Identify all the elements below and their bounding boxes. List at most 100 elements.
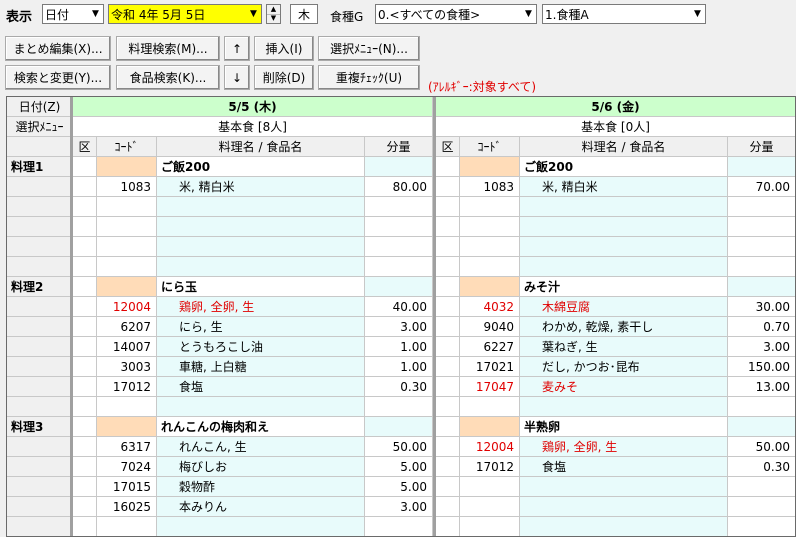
kubun-cell[interactable] bbox=[436, 297, 460, 317]
food-code[interactable] bbox=[97, 517, 157, 536]
food-amount[interactable] bbox=[728, 257, 795, 277]
kubun-cell[interactable] bbox=[436, 337, 460, 357]
kubun-cell[interactable] bbox=[73, 337, 97, 357]
food-name[interactable]: とうもろこし油 bbox=[157, 337, 365, 357]
kubun-cell[interactable] bbox=[73, 277, 97, 297]
kubun-cell[interactable] bbox=[73, 157, 97, 177]
food-amount[interactable] bbox=[365, 257, 433, 277]
food-code[interactable]: 17021 bbox=[460, 357, 520, 377]
food-name[interactable] bbox=[157, 237, 365, 257]
dish-name[interactable]: にら玉 bbox=[157, 277, 365, 297]
food-name[interactable]: 車糖, 上白糖 bbox=[157, 357, 365, 377]
food-name[interactable] bbox=[520, 257, 728, 277]
kubun-cell[interactable] bbox=[436, 317, 460, 337]
kubun-cell[interactable] bbox=[436, 177, 460, 197]
food-amount[interactable]: 1.00 bbox=[365, 337, 433, 357]
move-down-button[interactable]: ↓ bbox=[224, 65, 250, 90]
food-amount[interactable]: 3.00 bbox=[365, 317, 433, 337]
food-name[interactable]: れんこん, 生 bbox=[157, 437, 365, 457]
food-code[interactable] bbox=[97, 237, 157, 257]
food-amount[interactable]: 0.30 bbox=[365, 377, 433, 397]
food-name[interactable]: だし, かつお･昆布 bbox=[520, 357, 728, 377]
food-code[interactable]: 6317 bbox=[97, 437, 157, 457]
food-code[interactable] bbox=[460, 197, 520, 217]
food-code[interactable]: 17015 bbox=[97, 477, 157, 497]
amount-cell[interactable] bbox=[365, 417, 433, 437]
food-name[interactable] bbox=[157, 397, 365, 417]
food-name[interactable] bbox=[520, 197, 728, 217]
food-code[interactable]: 6227 bbox=[460, 337, 520, 357]
food-amount[interactable] bbox=[728, 237, 795, 257]
food-code[interactable] bbox=[97, 397, 157, 417]
kubun-cell[interactable] bbox=[73, 417, 97, 437]
food-name[interactable] bbox=[520, 497, 728, 517]
kubun-cell[interactable] bbox=[436, 417, 460, 437]
food-code[interactable] bbox=[460, 217, 520, 237]
ryouri-search-button[interactable]: 料理検索(M)... bbox=[116, 36, 220, 61]
food-code[interactable] bbox=[460, 517, 520, 536]
code-cell[interactable] bbox=[460, 417, 520, 437]
food-name[interactable]: 食塩 bbox=[520, 457, 728, 477]
code-cell[interactable] bbox=[460, 157, 520, 177]
food-name[interactable] bbox=[157, 197, 365, 217]
food-name[interactable] bbox=[520, 517, 728, 536]
food-amount[interactable]: 13.00 bbox=[728, 377, 795, 397]
food-code[interactable] bbox=[460, 257, 520, 277]
kubun-cell[interactable] bbox=[436, 457, 460, 477]
kubun-cell[interactable] bbox=[73, 497, 97, 517]
food-code[interactable]: 12004 bbox=[460, 437, 520, 457]
food-amount[interactable]: 50.00 bbox=[365, 437, 433, 457]
select-menu-button[interactable]: 選択ﾒﾆｭｰ(N)... bbox=[318, 36, 420, 61]
kubun-cell[interactable] bbox=[436, 237, 460, 257]
food-name[interactable]: 米, 精白米 bbox=[157, 177, 365, 197]
food-amount[interactable]: 150.00 bbox=[728, 357, 795, 377]
kubun-cell[interactable] bbox=[73, 397, 97, 417]
food-amount[interactable] bbox=[365, 517, 433, 536]
food-name[interactable]: 米, 精白米 bbox=[520, 177, 728, 197]
food-name[interactable]: にら, 生 bbox=[157, 317, 365, 337]
kubun-cell[interactable] bbox=[436, 497, 460, 517]
move-up-button[interactable]: ↑ bbox=[224, 36, 250, 61]
food-amount[interactable]: 3.00 bbox=[365, 497, 433, 517]
day-date-header[interactable]: 5/6 (金) bbox=[436, 97, 795, 117]
food-code[interactable] bbox=[460, 237, 520, 257]
food-amount[interactable]: 40.00 bbox=[365, 297, 433, 317]
dish-name[interactable]: れんこんの梅肉和え bbox=[157, 417, 365, 437]
day-date-header[interactable]: 5/5 (木) bbox=[73, 97, 433, 117]
code-cell[interactable] bbox=[460, 277, 520, 297]
kubun-cell[interactable] bbox=[73, 477, 97, 497]
food-amount[interactable]: 0.70 bbox=[728, 317, 795, 337]
food-name[interactable]: 鶏卵, 全卵, 生 bbox=[157, 297, 365, 317]
food-name[interactable] bbox=[520, 237, 728, 257]
date-select[interactable]: 令和 4年 5月 5日 ▼ bbox=[108, 4, 262, 24]
amount-cell[interactable] bbox=[728, 157, 795, 177]
food-code[interactable] bbox=[97, 197, 157, 217]
amount-cell[interactable] bbox=[728, 417, 795, 437]
food-amount[interactable] bbox=[728, 517, 795, 536]
code-cell[interactable] bbox=[97, 277, 157, 297]
duplicate-check-button[interactable]: 重複ﾁｪｯｸ(U) bbox=[318, 65, 420, 90]
kubun-cell[interactable] bbox=[73, 237, 97, 257]
food-name[interactable]: 木綿豆腐 bbox=[520, 297, 728, 317]
food-code[interactable]: 16025 bbox=[97, 497, 157, 517]
kubun-cell[interactable] bbox=[73, 457, 97, 477]
food-name[interactable]: 麦みそ bbox=[520, 377, 728, 397]
food-amount[interactable] bbox=[728, 217, 795, 237]
food-amount[interactable]: 5.00 bbox=[365, 477, 433, 497]
kubun-cell[interactable] bbox=[73, 257, 97, 277]
spin-up-icon[interactable]: ▲ bbox=[267, 5, 280, 14]
amount-cell[interactable] bbox=[728, 277, 795, 297]
kubun-cell[interactable] bbox=[73, 357, 97, 377]
food-name[interactable]: 穀物酢 bbox=[157, 477, 365, 497]
amount-cell[interactable] bbox=[365, 277, 433, 297]
food-code[interactable] bbox=[460, 477, 520, 497]
kubun-cell[interactable] bbox=[73, 377, 97, 397]
food-code[interactable] bbox=[460, 497, 520, 517]
dish-name[interactable]: 半熟卵 bbox=[520, 417, 728, 437]
food-code[interactable]: 7024 bbox=[97, 457, 157, 477]
food-code[interactable]: 17047 bbox=[460, 377, 520, 397]
kubun-cell[interactable] bbox=[436, 377, 460, 397]
food-group-select[interactable]: 0.<すべての食種> ▼ bbox=[375, 4, 537, 24]
kubun-cell[interactable] bbox=[436, 357, 460, 377]
food-amount[interactable] bbox=[365, 197, 433, 217]
